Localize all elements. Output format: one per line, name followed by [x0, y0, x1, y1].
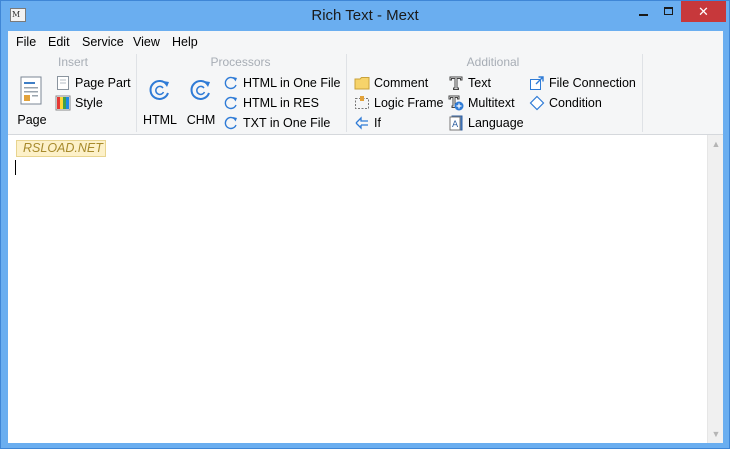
minimize-icon	[639, 14, 648, 16]
language-icon: A	[449, 115, 463, 131]
maximize-icon	[664, 7, 673, 15]
style-label: Style	[75, 96, 103, 110]
html-res-label: HTML in RES	[243, 96, 319, 110]
if-label: If	[374, 116, 381, 130]
page-part-label: Page Part	[75, 76, 131, 90]
insert-page-button[interactable]: Page	[12, 72, 52, 128]
if-branch-icon	[355, 116, 368, 130]
svg-text:A: A	[452, 120, 459, 130]
logic-frame-icon	[355, 96, 369, 109]
condition-diamond-icon	[529, 95, 545, 111]
insert-page-label: Page	[17, 113, 47, 127]
html-one-file-label: HTML in One File	[243, 76, 341, 90]
external-link-icon	[530, 76, 544, 90]
watermark-tag: RSLOAD.NET	[16, 140, 106, 157]
group-separator	[346, 54, 347, 132]
condition-label: Condition	[549, 96, 602, 110]
refresh-icon	[190, 80, 210, 100]
processor-chm-label: CHM	[186, 113, 216, 127]
menu-file[interactable]: File	[16, 34, 36, 50]
group-label-additional: Additional	[466, 55, 520, 69]
ribbon: Insert Page Page Part Style Processors H…	[8, 52, 723, 135]
processor-html-button[interactable]: HTML	[141, 72, 179, 128]
menu-bar: File Edit Service View Help	[8, 31, 723, 52]
client-area: File Edit Service View Help Insert Page	[8, 31, 723, 443]
page-icon	[20, 76, 42, 105]
comment-label: Comment	[374, 76, 429, 90]
maximize-button[interactable]	[657, 1, 681, 22]
scroll-down-icon[interactable]: ▼	[711, 429, 721, 439]
page-part-icon	[57, 76, 69, 90]
title-bar[interactable]: M Rich Text - Mext ✕	[1, 1, 729, 31]
file-connection-label: File Connection	[549, 76, 636, 90]
rich-text-editor[interactable]: RSLOAD.NET ▲ ▼	[8, 135, 723, 443]
close-icon: ✕	[698, 4, 709, 19]
logic-frame-label: Logic Frame	[374, 96, 444, 110]
app-window: M Rich Text - Mext ✕ File Edit Service V…	[0, 0, 730, 449]
window-title: Rich Text - Mext	[311, 7, 419, 24]
minimize-button[interactable]	[631, 1, 657, 22]
refresh-icon	[224, 76, 237, 90]
multitext-label: Multitext	[468, 96, 515, 110]
scroll-up-icon[interactable]: ▲	[711, 139, 721, 149]
refresh-icon	[149, 80, 169, 100]
refresh-icon	[224, 96, 237, 110]
menu-view[interactable]: View	[133, 34, 160, 50]
menu-help[interactable]: Help	[172, 34, 198, 50]
menu-service[interactable]: Service	[82, 34, 124, 50]
processor-html-label: HTML	[142, 113, 178, 127]
close-button[interactable]: ✕	[681, 1, 726, 22]
vertical-scrollbar[interactable]: ▲ ▼	[707, 135, 723, 443]
group-label-processors: Processors	[210, 55, 271, 69]
text-icon	[449, 76, 463, 90]
processor-chm-button[interactable]: CHM	[183, 72, 219, 128]
group-separator	[642, 54, 643, 132]
text-caret	[15, 160, 16, 175]
multitext-icon	[448, 95, 464, 111]
refresh-icon	[224, 116, 237, 130]
language-label: Language	[468, 116, 524, 130]
txt-one-file-label: TXT in One File	[243, 116, 331, 130]
folder-icon	[354, 77, 370, 90]
group-label-insert: Insert	[57, 55, 88, 69]
style-palette-icon	[55, 95, 71, 111]
group-separator	[136, 54, 137, 132]
text-label: Text	[468, 76, 491, 90]
menu-edit[interactable]: Edit	[48, 34, 70, 50]
